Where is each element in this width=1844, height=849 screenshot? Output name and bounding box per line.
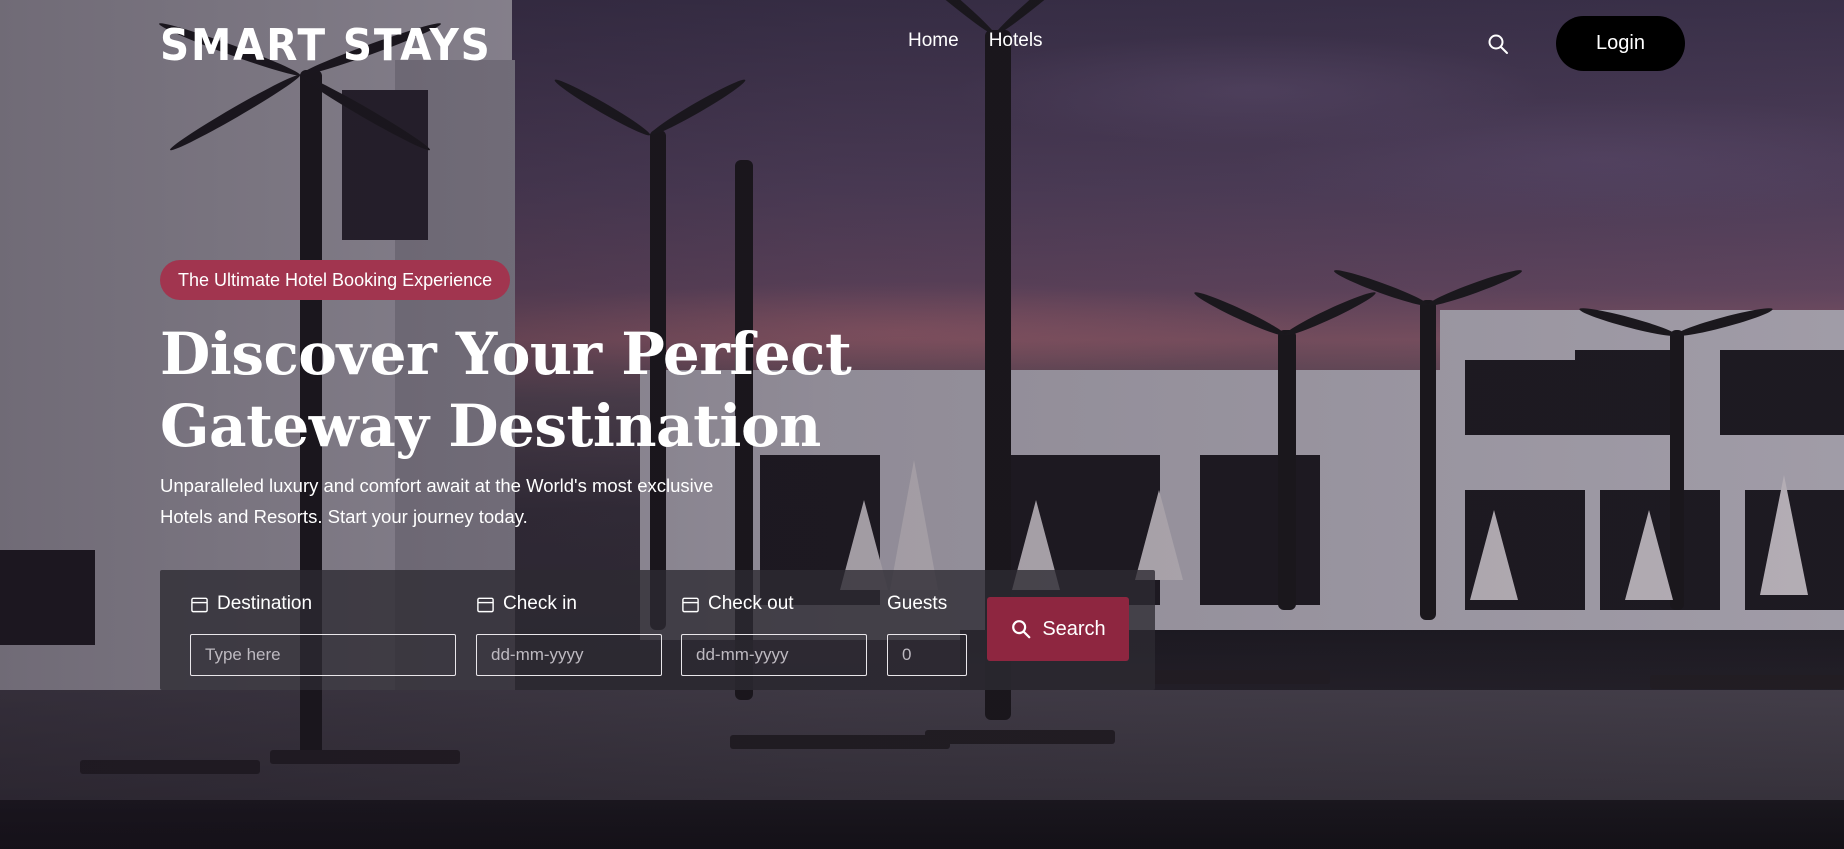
guests-input[interactable] <box>887 634 967 676</box>
checkout-field: Check out <box>681 592 867 676</box>
destination-field: Destination <box>190 592 456 676</box>
hero-subtitle-line1: Unparalleled luxury and comfort await at… <box>160 475 714 496</box>
calendar-icon <box>191 597 208 612</box>
hero-title-line1: Discover Your Perfect <box>160 320 852 388</box>
search-button-label: Search <box>1042 617 1106 640</box>
checkout-label: Check out <box>708 593 794 614</box>
search-button[interactable]: Search <box>987 597 1129 661</box>
nav-home-link[interactable]: Home <box>908 30 959 52</box>
hero-title: Discover Your Perfect Gateway Destinatio… <box>160 318 880 462</box>
login-button[interactable]: Login <box>1556 16 1685 71</box>
nav-hotels-link[interactable]: Hotels <box>989 30 1043 52</box>
search-icon <box>1012 620 1031 639</box>
hero-subtitle: Unparalleled luxury and comfort await at… <box>160 470 800 532</box>
destination-label: Destination <box>217 593 313 614</box>
checkin-label: Check in <box>503 593 577 614</box>
search-icon[interactable] <box>1486 32 1510 56</box>
booking-search-panel: Destination Check in Check out Guests <box>160 570 1155 690</box>
destination-input[interactable] <box>190 634 456 676</box>
checkout-date-input[interactable] <box>681 634 867 676</box>
calendar-icon <box>682 597 699 612</box>
hero-title-line2: Gateway Destination <box>160 392 821 460</box>
site-logo[interactable]: SMART STAYS <box>160 20 492 71</box>
guests-field: Guests <box>887 592 967 676</box>
guests-label: Guests <box>887 593 948 614</box>
checkin-field: Check in <box>476 592 662 676</box>
main-nav: Home Hotels <box>908 30 1043 52</box>
calendar-icon <box>477 597 494 612</box>
checkin-date-input[interactable] <box>476 634 662 676</box>
hero-subtitle-line2: Hotels and Resorts. Start your journey t… <box>160 506 528 527</box>
hero-badge: The Ultimate Hotel Booking Experience <box>160 260 511 300</box>
